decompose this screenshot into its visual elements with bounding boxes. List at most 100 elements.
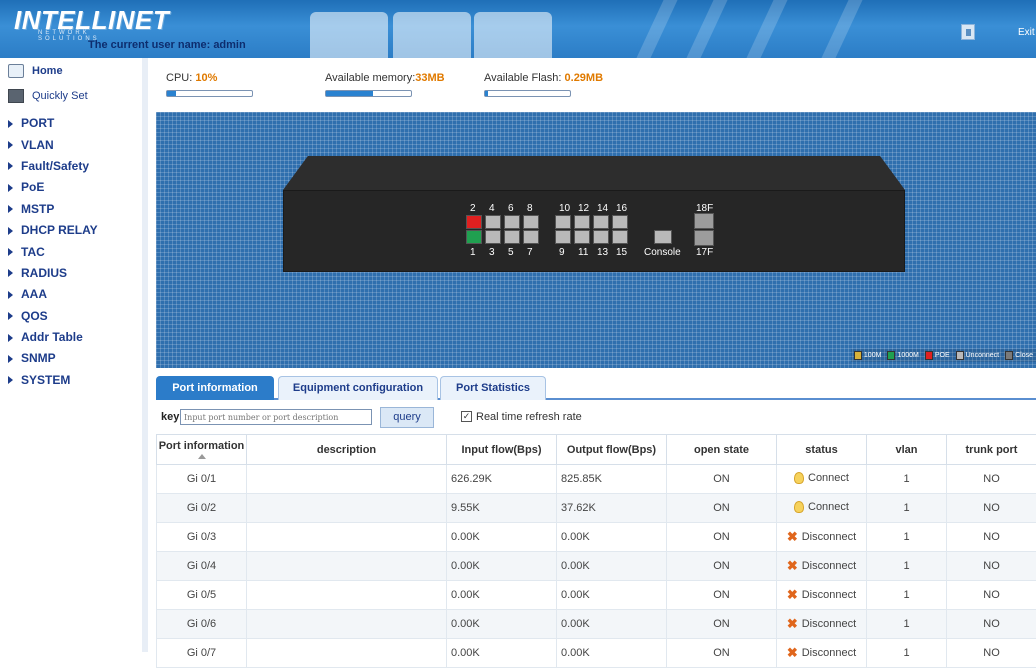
sidebar: Home Quickly Set PORT VLAN Fault/Safety … bbox=[0, 58, 148, 652]
table-row[interactable]: Gi 0/29.55K37.62KONConnect1NO bbox=[157, 494, 1036, 523]
switch-port[interactable] bbox=[523, 230, 539, 244]
switch-port[interactable] bbox=[555, 230, 571, 244]
switch-port[interactable] bbox=[466, 215, 482, 229]
column-header: open state bbox=[667, 435, 777, 465]
switch-port[interactable] bbox=[466, 230, 482, 244]
query-button[interactable]: query bbox=[380, 407, 434, 428]
table-row[interactable]: Gi 0/60.00K0.00KON✖Disconnect1NO bbox=[157, 610, 1036, 639]
sidebar-item-radius[interactable]: RADIUS bbox=[8, 263, 98, 284]
legend-label: Close bbox=[1015, 352, 1033, 359]
port-table: Port information description Input flow(… bbox=[156, 434, 1036, 668]
table-row[interactable]: Gi 0/30.00K0.00KON✖Disconnect1NO bbox=[157, 523, 1036, 552]
sidebar-item-port[interactable]: PORT bbox=[8, 113, 98, 134]
port-legend: 100M 1000M POE Unconnect Close bbox=[851, 349, 1036, 362]
sidebar-item-qos[interactable]: QOS bbox=[8, 306, 98, 327]
tab-port-statistics[interactable]: Port Statistics bbox=[440, 376, 546, 400]
table-cell: ✖Disconnect bbox=[777, 581, 867, 610]
caret-right-icon bbox=[8, 184, 13, 192]
sfp-port[interactable] bbox=[694, 213, 714, 229]
switch-port[interactable] bbox=[555, 215, 571, 229]
column-header[interactable]: Port information bbox=[157, 435, 247, 465]
table-cell: Connect bbox=[777, 494, 867, 523]
tab-equipment-configuration[interactable]: Equipment configuration bbox=[278, 376, 438, 400]
table-row[interactable]: Gi 0/1626.29K825.85KONConnect1NO bbox=[157, 465, 1036, 494]
sidebar-item-system[interactable]: SYSTEM bbox=[8, 370, 98, 391]
cpu-stat: CPU: 10% bbox=[166, 72, 217, 84]
exit-icon[interactable] bbox=[961, 24, 975, 40]
table-cell: 0.00K bbox=[447, 581, 557, 610]
switch-port[interactable] bbox=[523, 215, 539, 229]
switch-port[interactable] bbox=[612, 230, 628, 244]
sidebar-item-fault-safety[interactable]: Fault/Safety bbox=[8, 156, 98, 177]
legend-label: POE bbox=[935, 352, 950, 359]
table-row[interactable]: Gi 0/40.00K0.00KON✖Disconnect1NO bbox=[157, 552, 1036, 581]
switch-port[interactable] bbox=[593, 215, 609, 229]
switch-port[interactable] bbox=[593, 230, 609, 244]
table-cell: NO bbox=[947, 465, 1036, 494]
legend-swatch bbox=[1005, 351, 1013, 360]
sidebar-item-label: VLAN bbox=[21, 135, 54, 156]
switch-port[interactable] bbox=[504, 215, 520, 229]
refresh-checkbox[interactable]: ✓ bbox=[461, 411, 472, 422]
table-cell bbox=[247, 465, 447, 494]
console-port[interactable] bbox=[654, 230, 672, 244]
sidebar-item-addr-table[interactable]: Addr Table bbox=[8, 327, 98, 348]
sidebar-item-label: QOS bbox=[21, 306, 48, 327]
sidebar-item-home[interactable]: Home bbox=[8, 64, 63, 78]
caret-right-icon bbox=[8, 227, 13, 235]
sidebar-item-label: SYSTEM bbox=[21, 370, 70, 391]
sfp-port[interactable] bbox=[694, 230, 714, 246]
legend-item: 100M bbox=[854, 351, 882, 360]
table-cell: ✖Disconnect bbox=[777, 523, 867, 552]
status-indicator: ✖Disconnect bbox=[787, 647, 856, 659]
column-header: vlan bbox=[867, 435, 947, 465]
sidebar-item-poe[interactable]: PoE bbox=[8, 177, 98, 198]
exit-button[interactable]: Exit bbox=[1018, 27, 1035, 38]
sfp-label: 17F bbox=[696, 247, 713, 258]
switch-port[interactable] bbox=[485, 215, 501, 229]
sidebar-item-vlan[interactable]: VLAN bbox=[8, 134, 98, 155]
table-cell: Gi 0/2 bbox=[157, 494, 247, 523]
port-number-label: 12 bbox=[578, 203, 589, 214]
switch-port[interactable] bbox=[485, 230, 501, 244]
sidebar-item-tac[interactable]: TAC bbox=[8, 241, 98, 262]
lightbulb-icon bbox=[794, 501, 804, 513]
sidebar-item-snmp[interactable]: SNMP bbox=[8, 348, 98, 369]
quick-set-icon bbox=[8, 89, 24, 103]
legend-label: Unconnect bbox=[966, 352, 999, 359]
port-search-input[interactable] bbox=[180, 409, 372, 425]
status-text: Disconnect bbox=[802, 647, 856, 659]
sort-up-icon[interactable] bbox=[198, 454, 206, 459]
switch-port[interactable] bbox=[574, 215, 590, 229]
sidebar-item-dhcp-relay[interactable]: DHCP RELAY bbox=[8, 220, 98, 241]
table-row[interactable]: Gi 0/50.00K0.00KON✖Disconnect1NO bbox=[157, 581, 1036, 610]
status-text: Disconnect bbox=[802, 560, 856, 572]
table-cell: 9.55K bbox=[447, 494, 557, 523]
legend-swatch bbox=[956, 351, 964, 360]
legend-swatch bbox=[854, 351, 862, 360]
table-cell bbox=[247, 523, 447, 552]
table-row[interactable]: Gi 0/70.00K0.00KON✖Disconnect1NO bbox=[157, 639, 1036, 668]
table-cell: 0.00K bbox=[447, 552, 557, 581]
table-cell: NO bbox=[947, 581, 1036, 610]
memory-bar-fill bbox=[326, 91, 373, 96]
tab-port-information[interactable]: Port information bbox=[156, 376, 274, 400]
switch-port[interactable] bbox=[504, 230, 520, 244]
caret-right-icon bbox=[8, 269, 13, 277]
legend-swatch bbox=[887, 351, 895, 360]
table-cell: 0.00K bbox=[557, 552, 667, 581]
port-number-label: 2 bbox=[470, 203, 476, 214]
sidebar-item-mstp[interactable]: MSTP bbox=[8, 199, 98, 220]
legend-item: 1000M bbox=[887, 351, 918, 360]
switch-port[interactable] bbox=[574, 230, 590, 244]
status-text: Disconnect bbox=[802, 618, 856, 630]
switch-port[interactable] bbox=[612, 215, 628, 229]
port-number-label: 7 bbox=[527, 247, 533, 258]
table-cell bbox=[247, 581, 447, 610]
port-number-label: 14 bbox=[597, 203, 608, 214]
port-number-label: 13 bbox=[597, 247, 608, 258]
sidebar-item-aaa[interactable]: AAA bbox=[8, 284, 98, 305]
sidebar-item-label: Home bbox=[32, 65, 63, 77]
legend-swatch bbox=[925, 351, 933, 360]
sidebar-item-quickly-set[interactable]: Quickly Set bbox=[8, 89, 88, 103]
